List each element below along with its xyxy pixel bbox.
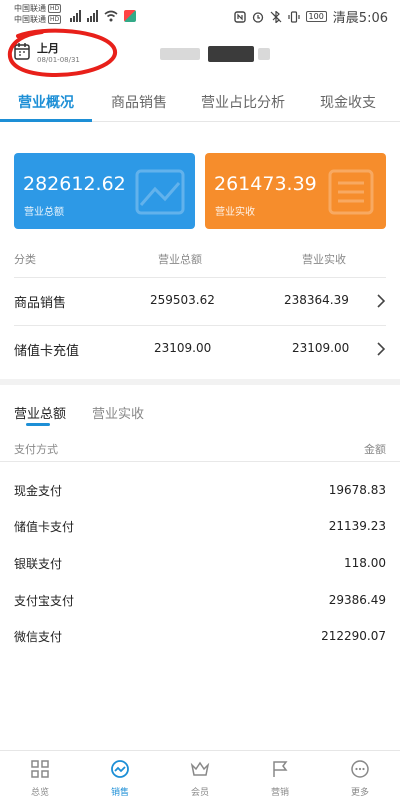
nav-sales[interactable]: 销售 [80,751,160,800]
active-tab-indicator [0,119,92,122]
nav-marketing[interactable]: 营销 [240,751,320,800]
row-total: 23109.00 [154,341,212,355]
nav-members[interactable]: 会员 [160,751,240,800]
column-amount: 金额 [364,443,386,456]
nav-label: 销售 [110,788,129,798]
tab-business-share-analysis[interactable]: 营业占比分析 [201,92,285,112]
payment-tab-indicator [26,423,50,426]
battery-icon: 100 [305,11,327,22]
payment-method-unionpay: 银联支付 [14,557,63,571]
tab-business-overview[interactable]: 营业概况 [18,92,74,112]
bluetooth-off-icon [270,10,281,23]
payment-amount-cash: 19678.83 [328,483,386,497]
wifi-icon [104,10,118,22]
signal-icon-2 [87,10,98,22]
nfc-icon [233,10,246,23]
payment-method-alipay: 支付宝支付 [14,594,75,608]
crown-icon [190,761,210,776]
row-divider [14,325,386,326]
tab-product-sales[interactable]: 商品销售 [111,92,167,112]
more-dots-icon [351,760,369,778]
alarm-icon [252,11,263,23]
list-document-icon [328,169,374,215]
payment-method-stored-card: 储值卡支付 [14,520,75,534]
hd-badge: HD [48,4,62,13]
nav-label: 总览 [30,788,49,798]
flag-icon [273,761,288,777]
total-revenue-value: 282612.62 [23,173,126,195]
received-revenue-label: 营业实收 [215,207,255,218]
table-row-product-sales[interactable]: 商品销售 259503.62 238364.39 [0,279,400,325]
received-revenue-card[interactable]: 261473.39 营业实收 [205,153,386,229]
period-range: 08/01-08/31 [37,56,80,64]
vibrate-icon [287,10,300,23]
grid-icon [31,760,49,778]
nav-label: 营销 [270,788,289,798]
row-total: 259503.62 [150,293,215,307]
tab-payment-received[interactable]: 营业实收 [92,403,144,422]
calendar-icon[interactable] [14,42,30,60]
payment-amount-unionpay: 118.00 [344,556,386,570]
status-bar: 中国联通 HD 中国联通 HD 100 清晨5:06 [0,0,400,30]
total-revenue-card[interactable]: 282612.62 营业总额 [14,153,195,229]
column-category: 分类 [14,253,36,266]
category-table-header: 分类 营业总额 营业实收 [0,247,400,275]
nav-label: 更多 [350,788,369,798]
total-revenue-label: 营业总额 [24,207,64,218]
carrier-name-2: 中国联通 [14,15,46,24]
payment-amount-wechat: 212290.07 [321,629,386,643]
nav-label: 会员 [190,788,209,798]
payment-amount-alipay: 29386.49 [328,593,386,607]
nav-more[interactable]: 更多 [320,751,400,800]
chevron-right-icon[interactable] [376,341,386,357]
row-name: 储值卡充值 [14,344,80,359]
column-total: 营业总额 [158,253,202,266]
nav-overview[interactable]: 总览 [0,751,80,800]
table-row-stored-value-recharge[interactable]: 储值卡充值 23109.00 23109.00 [0,327,400,373]
row-received: 23109.00 [292,341,350,355]
payment-method-cash: 现金支付 [14,484,63,498]
row-name: 商品销售 [14,296,67,311]
app-notification-icon [124,10,136,22]
payment-header-divider [0,461,400,462]
tab-cash-flow[interactable]: 现金收支 [320,92,376,112]
column-received: 营业实收 [302,253,346,266]
carrier-info: 中国联通 HD 中国联通 HD [14,3,62,25]
summary-section: 282612.62 营业总额 261473.39 营业实收 分类 营业总额 营业… [0,123,400,379]
payment-section: 营业总额 营业实收 支付方式 金额 现金支付 19678.83 储值卡支付 21… [0,385,400,750]
hd-badge-2: HD [48,15,62,24]
signal-indicators [70,8,136,22]
payment-amount-stored-card: 21139.23 [328,519,386,533]
store-name-redacted [160,44,272,64]
received-revenue-value: 261473.39 [214,173,317,195]
signal-icon [70,10,81,22]
column-payment-method: 支付方式 [14,443,58,456]
bottom-navigation: 总览 销售 会员 营销 更多 [0,750,400,800]
carrier-name-1: 中国联通 [14,4,46,13]
period-title[interactable]: 上月 [37,40,59,56]
row-divider [14,277,386,278]
payment-method-wechat: 微信支付 [14,630,63,644]
tab-payment-total[interactable]: 营业总额 [14,403,66,422]
header: 上月 08/01-08/31 [0,28,400,88]
clock-time: 清晨5:06 [332,11,388,26]
row-received: 238364.39 [284,293,349,307]
sales-trend-icon [111,760,129,778]
main-tabs: 营业概况 商品销售 营业占比分析 现金收支 [0,88,400,122]
chart-image-icon [135,169,185,215]
status-right: 100 清晨5:06 [233,7,388,26]
chevron-right-icon[interactable] [376,293,386,309]
